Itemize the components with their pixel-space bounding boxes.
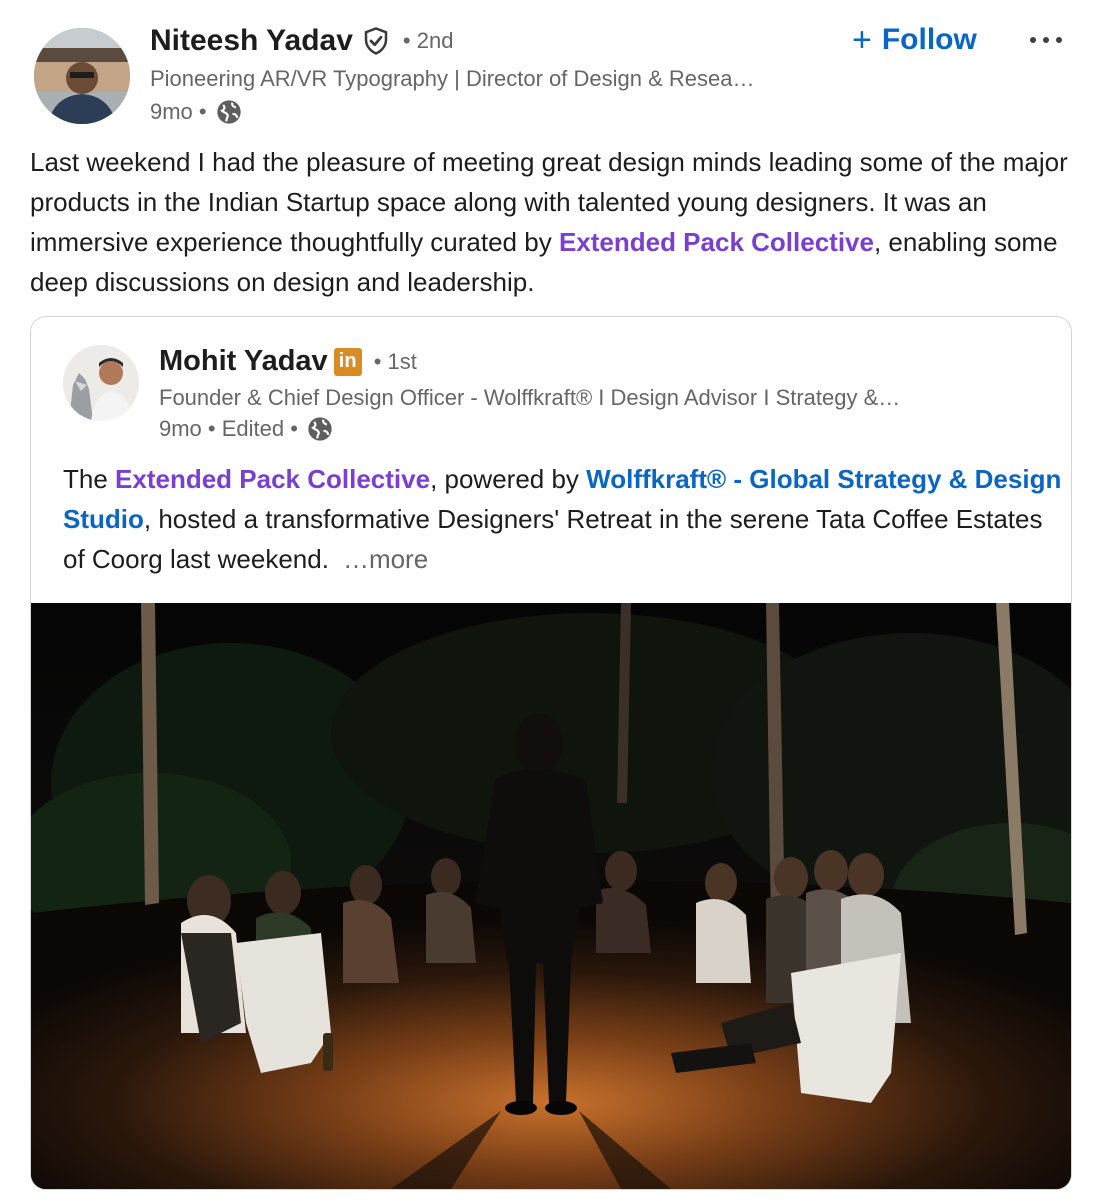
shared-post-text: The Extended Pack Collective, powered by… [63, 459, 1063, 579]
globe-icon [308, 417, 332, 441]
shared-text-2: , powered by [430, 464, 587, 494]
connection-degree: • 2nd [402, 28, 454, 53]
globe-icon [216, 100, 241, 124]
post-time: 9mo • [150, 99, 207, 124]
shared-avatar-photo [63, 345, 139, 421]
shared-text-3: , hosted a transformative Designers' Ret… [63, 504, 1043, 574]
shared-author-avatar[interactable] [63, 345, 139, 421]
linkedin-icon: in [333, 347, 362, 376]
shared-post-meta: 9mo • Edited • [159, 415, 334, 443]
post-meta: 9mo • [150, 98, 243, 126]
shared-author-headline: Founder & Chief Design Officer - Wolffkr… [159, 385, 901, 410]
author-name-row: Niteesh Yadav • 2nd [150, 24, 453, 58]
more-options-icon [1030, 37, 1062, 43]
follow-label: Follow [881, 23, 977, 56]
post-image[interactable] [31, 603, 1071, 1189]
plus-icon: + [852, 20, 872, 59]
shared-post-card[interactable]: Mohit Yadav in • 1st Founder & Chief Des… [30, 316, 1072, 1190]
avatar-photo [34, 28, 130, 124]
shared-post-time: 9mo • Edited • [159, 416, 298, 441]
post-text: Last weekend I had the pleasure of meeti… [30, 142, 1080, 302]
author-name[interactable]: Niteesh Yadav [150, 24, 353, 58]
author-avatar[interactable] [34, 28, 130, 124]
verified-shield-icon [364, 27, 388, 55]
follow-button[interactable]: + Follow [852, 20, 977, 60]
shared-text-1: The [63, 464, 116, 494]
author-headline: Pioneering AR/VR Typography | Director o… [150, 66, 755, 91]
see-more-link[interactable]: …more [343, 544, 428, 574]
mention-extended-pack-collective-shared[interactable]: Extended Pack Collective [115, 464, 430, 494]
mention-extended-pack-collective[interactable]: Extended Pack Collective [559, 227, 874, 257]
shared-connection-degree: • 1st [373, 348, 417, 374]
shared-author-name-row: Mohit Yadav in • 1st [159, 345, 417, 378]
shared-author-name[interactable]: Mohit Yadav [159, 345, 328, 378]
more-options-button[interactable] [1024, 24, 1068, 56]
campfire-gathering-photo [31, 603, 1071, 1189]
